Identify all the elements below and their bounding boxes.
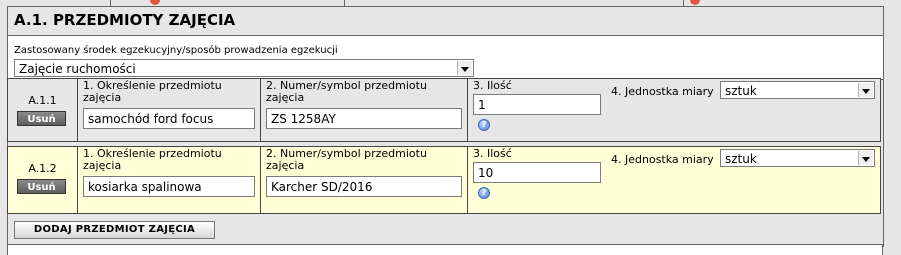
symbol-label-line2: zajęcia xyxy=(266,91,305,104)
item-name-input[interactable]: samochód ford focus xyxy=(83,108,255,129)
item-symbol-input[interactable]: Karcher SD/2016 xyxy=(266,176,462,197)
symbol-label-line2: zajęcia xyxy=(266,159,305,172)
symbol-cell: 2. Numer/symbol przedmiotu zajęcia Karch… xyxy=(260,147,468,213)
unit-label: 4. Jednostka miary xyxy=(611,153,714,166)
unit-label: 4. Jednostka miary xyxy=(611,85,714,98)
item-number: A.1.2 xyxy=(28,162,57,175)
quantity-input[interactable]: 10 xyxy=(473,162,601,183)
quantity-input[interactable]: 1 xyxy=(473,94,601,115)
unit-select[interactable]: sztuk xyxy=(720,81,875,99)
symbol-label: 2. Numer/symbol przedmiotu zajęcia xyxy=(266,148,427,172)
quantity-value: 1 xyxy=(478,98,486,112)
add-item-button[interactable]: DODAJ PRZEDMIOT ZAJĘCIA xyxy=(14,221,215,239)
help-icon[interactable]: ? xyxy=(478,119,490,131)
item-row: A.1.1 Usuń 1. Określenie przedmiotu zaję… xyxy=(7,78,881,142)
next-section-box xyxy=(7,245,883,255)
delete-item-button[interactable]: Usuń xyxy=(17,111,66,126)
delete-circle-icon[interactable] xyxy=(150,0,160,5)
symbol-cell: 2. Numer/symbol przedmiotu zajęcia ZS 12… xyxy=(260,79,468,141)
name-label-line2: zajęcia xyxy=(83,159,122,172)
symbol-label: 2. Numer/symbol przedmiotu zajęcia xyxy=(266,80,427,104)
section-title: A.1. PRZEDMIOTY ZAJĘCIA xyxy=(14,11,236,29)
row-number-cell: A.1.2 Usuń xyxy=(8,147,78,213)
chevron-down-icon[interactable] xyxy=(858,83,873,97)
quantity-label: 3. Ilość xyxy=(473,147,512,160)
enforcement-method-value: Zajęcie ruchomości xyxy=(19,62,136,76)
unit-value: sztuk xyxy=(725,152,757,166)
delete-item-button[interactable]: Usuń xyxy=(17,179,66,194)
item-symbol-input[interactable]: ZS 1258AY xyxy=(266,108,462,129)
chevron-down-icon[interactable] xyxy=(858,151,873,165)
unit-select[interactable]: sztuk xyxy=(720,149,875,167)
item-symbol-value: ZS 1258AY xyxy=(271,112,336,126)
unit-value: sztuk xyxy=(725,84,757,98)
item-name-value: kosiarka spalinowa xyxy=(88,180,202,194)
enforcement-method-select[interactable]: Zajęcie ruchomości xyxy=(14,59,474,77)
help-icon[interactable]: ? xyxy=(478,187,490,199)
enforcement-method-box: Zastosowany środek egzekucyjny/sposób pr… xyxy=(8,36,883,80)
name-cell: 1. Określenie przedmiotu zajęcia samochó… xyxy=(77,79,261,141)
row-number-cell: A.1.1 Usuń xyxy=(8,79,78,141)
item-name-value: samochód ford focus xyxy=(88,112,214,126)
name-cell: 1. Określenie przedmiotu zajęcia kosiark… xyxy=(77,147,261,213)
quantity-label: 3. Ilość xyxy=(473,79,512,92)
name-label: 1. Określenie przedmiotu zajęcia xyxy=(83,80,222,104)
item-number: A.1.1 xyxy=(28,94,57,107)
item-name-input[interactable]: kosiarka spalinowa xyxy=(83,176,255,197)
quantity-value: 10 xyxy=(478,166,494,180)
item-symbol-value: Karcher SD/2016 xyxy=(271,180,373,194)
chevron-down-icon[interactable] xyxy=(457,61,472,75)
item-row: A.1.2 Usuń 1. Określenie przedmiotu zaję… xyxy=(7,146,881,214)
enforcement-method-label: Zastosowany środek egzekucyjny/sposób pr… xyxy=(14,45,338,56)
delete-circle-icon[interactable] xyxy=(690,0,700,5)
name-label: 1. Określenie przedmiotu zajęcia xyxy=(83,148,222,172)
name-label-line2: zajęcia xyxy=(83,91,122,104)
